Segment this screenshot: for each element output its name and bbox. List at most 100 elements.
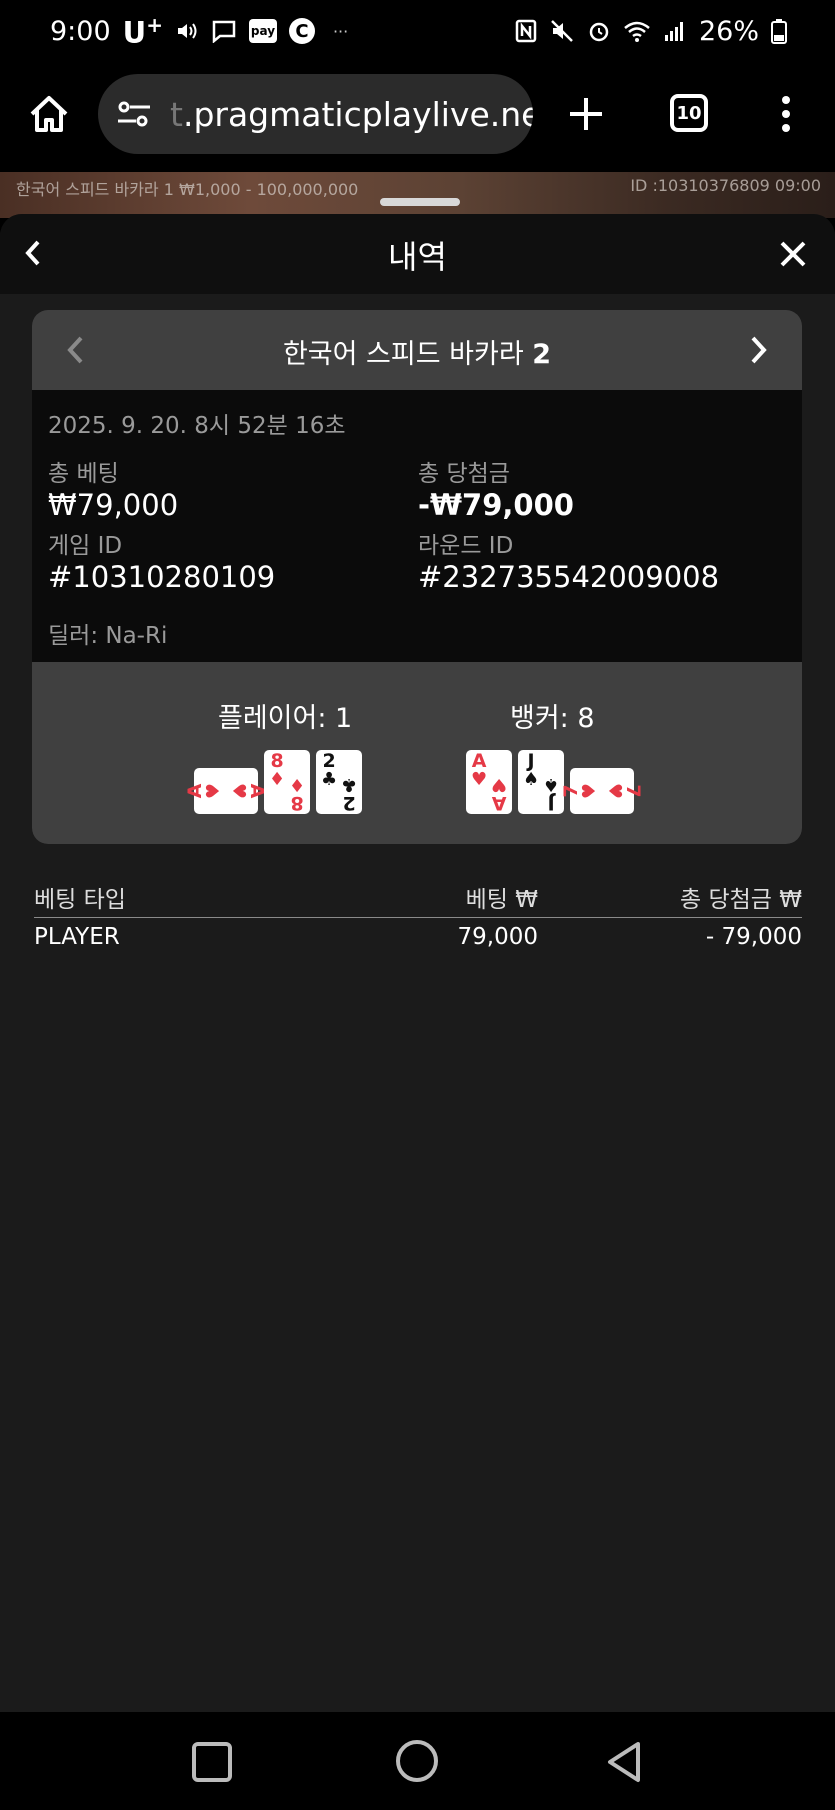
- game-info-text: 한국어 스피드 바카라 1 ₩1,000 - 100,000,000: [16, 180, 359, 199]
- card-suit-icon: ♠: [523, 769, 540, 790]
- player-score: 플레이어: 1: [218, 703, 353, 734]
- banker-cards: A ♥ A ♥ J ♠ J ♠ 7 ♥ 7 ♥: [466, 750, 644, 814]
- message-icon: [211, 19, 237, 43]
- url-text: t.pragmaticplaylive.net: [170, 94, 533, 134]
- table-name: 한국어 스피드 바카라 2: [282, 339, 552, 370]
- card-rank: 2: [342, 792, 356, 814]
- close-icon: [780, 241, 806, 267]
- sheet-header: 내역: [0, 214, 835, 294]
- card-corner: A ♥: [471, 751, 487, 789]
- plus-icon: [570, 98, 602, 130]
- card-suit-icon: ♥: [203, 782, 225, 800]
- player-card-1: A ♥ A ♥: [184, 768, 268, 814]
- card-corner: 7 ♥: [560, 782, 601, 800]
- more-vert-icon: [782, 96, 790, 132]
- pay-icon: pay: [248, 19, 277, 43]
- card-suit-icon: ♥: [579, 782, 601, 800]
- round-id-value: #232735542009008: [418, 560, 720, 594]
- card-corner: 7 ♥: [603, 782, 644, 800]
- home-icon: [30, 96, 68, 132]
- card-suit-icon: ♣: [321, 769, 338, 790]
- round-detail-card: 한국어 스피드 바카라 2 2025. 9. 20. 8시 52분 16초 총 …: [32, 310, 802, 844]
- nfc-icon: [515, 19, 537, 43]
- card-corner: 8 ♦: [269, 751, 285, 789]
- col-bet-type: 베팅 타입: [34, 887, 126, 913]
- site-settings-icon[interactable]: [116, 99, 152, 129]
- game-id-text: ID :10310376809 09:00: [630, 176, 821, 195]
- signal-icon: [663, 19, 687, 43]
- c-app-icon: C: [288, 18, 315, 44]
- game-id-label: 게임 ID: [48, 533, 123, 559]
- card-rank: 8: [290, 792, 304, 814]
- player-card-3: 2 ♣ 2 ♣: [316, 750, 362, 814]
- next-round-button[interactable]: [748, 334, 770, 366]
- col-total-win: 총 당첨금 ₩: [679, 887, 802, 913]
- volume-icon: [175, 19, 199, 43]
- game-id-value: #10310280109: [48, 560, 276, 594]
- close-button[interactable]: [779, 240, 807, 268]
- back-triangle-icon: [608, 1742, 640, 1782]
- system-back-button[interactable]: [604, 1740, 644, 1784]
- card-suit-icon: ♥: [227, 782, 249, 800]
- card-rank: J: [547, 792, 555, 814]
- alarm-icon: [587, 19, 611, 43]
- round-result: 플레이어: 1 뱅커: 8 A ♥ A ♥ 8 ♦ 8 ♦ 2 ♣ 2 ♣ A ♥ A ♥ J ♠ J ♠ 7 ♥ 7 ♥: [32, 662, 802, 844]
- banker-card-2: J ♠ J ♠: [518, 750, 564, 814]
- banker-card-1: A ♥ A ♥: [466, 750, 512, 814]
- sheet-drag-handle[interactable]: [380, 198, 460, 206]
- col-bet-amount: 베팅 ₩: [465, 887, 538, 913]
- card-rank: 8: [270, 750, 284, 772]
- card-suit-icon: ♣: [340, 774, 357, 795]
- more-notifications-icon: ···: [332, 21, 349, 41]
- browser-menu-button[interactable]: [780, 94, 792, 134]
- home-button[interactable]: [26, 92, 72, 138]
- total-bet-value: ₩79,000: [48, 488, 179, 522]
- status-bar: 9:00 U+ pay C ··· 26%: [0, 0, 835, 62]
- card-rank: 2: [322, 750, 336, 772]
- tab-switcher-button[interactable]: 10: [670, 94, 708, 132]
- player-card-2: 8 ♦ 8 ♦: [264, 750, 310, 814]
- battery-percent: 26%: [698, 15, 759, 47]
- bets-table-header: 베팅 타입 베팅 ₩ 총 당첨금 ₩: [34, 880, 802, 918]
- wifi-icon: [623, 19, 651, 43]
- game-background-strip: 한국어 스피드 바카라 1 ₩1,000 - 100,000,000 ID :1…: [0, 172, 835, 218]
- card-rank: A: [184, 783, 207, 799]
- battery-icon: [771, 18, 787, 44]
- bets-table: 베팅 타입 베팅 ₩ 총 당첨금 ₩ PLAYER 79,000 - 79,00…: [34, 880, 802, 958]
- card-corner: J ♠: [523, 751, 539, 789]
- system-home-button[interactable]: [396, 1740, 438, 1782]
- browser-toolbar: t.pragmaticplaylive.net 10: [0, 62, 835, 172]
- banker-card-3: 7 ♥ 7 ♥: [560, 768, 644, 814]
- total-win-value: -₩79,000: [418, 488, 574, 522]
- clock: 9:00: [50, 15, 111, 47]
- card-corner: 2 ♣: [340, 774, 357, 814]
- player-cards: A ♥ A ♥ 8 ♦ 8 ♦ 2 ♣ 2 ♣: [184, 750, 362, 814]
- card-rank: A: [471, 750, 487, 772]
- card-corner: A ♥: [184, 782, 225, 800]
- bet-type-cell: PLAYER: [34, 924, 120, 950]
- new-tab-button[interactable]: [566, 94, 606, 134]
- total-bet-label: 총 베팅: [48, 461, 119, 487]
- round-id-label: 라운드 ID: [418, 533, 514, 559]
- table-row: PLAYER 79,000 - 79,000: [34, 918, 802, 958]
- recent-apps-button[interactable]: [192, 1742, 232, 1782]
- card-corner: 2 ♣: [321, 751, 337, 789]
- total-win-cell: - 79,000: [705, 924, 802, 950]
- card-suit-icon: ♦: [288, 774, 305, 795]
- card-suit-icon: ♥: [471, 769, 488, 790]
- system-nav-bar: [0, 1712, 835, 1810]
- card-rank: 7: [560, 784, 583, 798]
- card-rank: A: [491, 792, 507, 814]
- round-info: 2025. 9. 20. 8시 52분 16초 총 베팅 ₩79,000 총 당…: [32, 390, 802, 662]
- address-bar[interactable]: t.pragmaticplaylive.net: [98, 74, 533, 154]
- total-win-label: 총 당첨금: [418, 461, 510, 487]
- dealer-name: 딜러: Na-Ri: [48, 623, 168, 649]
- carrier-label: U+: [122, 12, 163, 50]
- card-suit-icon: ♥: [490, 774, 507, 795]
- card-corner: J ♠: [542, 774, 559, 814]
- card-suit-icon: ♥: [603, 782, 625, 800]
- round-nav-header: 한국어 스피드 바카라 2: [32, 310, 802, 390]
- history-sheet: 내역 한국어 스피드 바카라 2 2025. 9. 20. 8시 52분 16초…: [0, 214, 835, 1712]
- bet-amount-cell: 79,000: [457, 924, 538, 950]
- card-suit-icon: ♠: [542, 774, 559, 795]
